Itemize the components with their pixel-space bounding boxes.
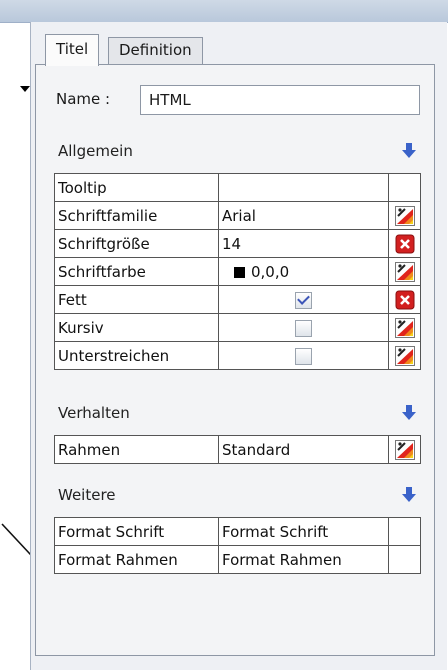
table-row: Schriftfarbe 0,0,0 [54, 257, 421, 286]
property-name: Format Schrift [54, 517, 219, 546]
property-value[interactable]: Format Rahmen [218, 545, 389, 574]
property-value[interactable] [218, 341, 389, 370]
tab-definition[interactable]: Definition [108, 37, 203, 64]
tab-titel[interactable]: Titel [45, 34, 100, 66]
tab-content: Name : Allgemein TooltipSchriftfamilieAr… [35, 64, 435, 656]
edit-icon[interactable] [394, 317, 415, 338]
reset-icon[interactable] [395, 290, 415, 310]
section-title: Verhalten [58, 404, 130, 422]
name-label: Name : [56, 90, 111, 108]
property-name: Kursiv [54, 313, 219, 342]
property-value[interactable]: Format Schrift [218, 517, 389, 546]
action-cell[interactable] [388, 341, 421, 370]
section-weitere[interactable]: Weitere [56, 483, 422, 509]
table-row: Format Rahmen Format Rahmen [54, 545, 421, 574]
table-row: Fett [54, 285, 421, 314]
edit-icon[interactable] [394, 345, 415, 366]
property-value[interactable]: 14 [218, 229, 389, 258]
table-row: Format Schrift Format Schrift [54, 517, 421, 546]
property-value[interactable] [218, 173, 389, 202]
dropdown-arrow-icon[interactable] [20, 86, 30, 92]
action-cell[interactable] [388, 201, 421, 230]
property-name: Schriftfarbe [54, 257, 219, 286]
reset-icon[interactable] [395, 234, 415, 254]
section-title: Weitere [58, 486, 116, 504]
section-title: Allgemein [58, 142, 133, 160]
action-cell[interactable] [388, 435, 421, 464]
table-row: Kursiv [54, 313, 421, 342]
edit-icon[interactable] [394, 205, 415, 226]
property-value[interactable] [218, 313, 389, 342]
table-row: Rahmen Standard [54, 435, 421, 464]
collapse-arrow-icon[interactable] [402, 487, 416, 503]
edit-icon[interactable] [394, 261, 415, 282]
properties-panel: Titel Definition Name : Allgemein Toolti… [30, 22, 447, 670]
action-cell[interactable] [388, 313, 421, 342]
property-value[interactable]: Standard [218, 435, 389, 464]
collapse-arrow-icon[interactable] [402, 405, 416, 421]
table-row: Schriftgröße 14 [54, 229, 421, 258]
action-cell[interactable] [388, 545, 421, 574]
color-swatch [234, 266, 245, 278]
action-cell[interactable] [388, 229, 421, 258]
color-value: 0,0,0 [251, 262, 290, 281]
property-value[interactable] [218, 285, 389, 314]
property-name: Fett [54, 285, 219, 314]
window-top-bar [0, 0, 448, 23]
collapse-arrow-icon[interactable] [402, 143, 416, 159]
weitere-table: Format Schrift Format Schrift Format Rahme… [54, 517, 421, 574]
property-name: Unterstreichen [54, 341, 219, 370]
action-cell[interactable] [388, 173, 421, 202]
property-name: Format Rahmen [54, 545, 219, 574]
checkbox[interactable] [295, 347, 312, 365]
verhalten-table: Rahmen Standard [54, 435, 421, 464]
action-cell[interactable] [388, 285, 421, 314]
checkbox[interactable] [295, 291, 312, 309]
name-input[interactable] [140, 85, 420, 115]
allgemein-table: Tooltip Schriftfamilie Arial Schriftgröße 14… [54, 173, 421, 370]
edit-icon[interactable] [394, 439, 415, 460]
checkbox[interactable] [295, 319, 312, 337]
action-cell[interactable] [388, 257, 421, 286]
action-cell[interactable] [388, 517, 421, 546]
property-name: Schriftfamilie [54, 201, 219, 230]
section-allgemein[interactable]: Allgemein [56, 139, 422, 165]
property-name: Tooltip [54, 173, 219, 202]
property-name: Rahmen [54, 435, 219, 464]
property-value[interactable]: Arial [218, 201, 389, 230]
property-value[interactable]: 0,0,0 [218, 257, 389, 286]
property-name: Schriftgröße [54, 229, 219, 258]
section-verhalten[interactable]: Verhalten [56, 401, 422, 427]
table-row: Tooltip [54, 173, 421, 202]
table-row: Schriftfamilie Arial [54, 201, 421, 230]
table-row: Unterstreichen [54, 341, 421, 370]
